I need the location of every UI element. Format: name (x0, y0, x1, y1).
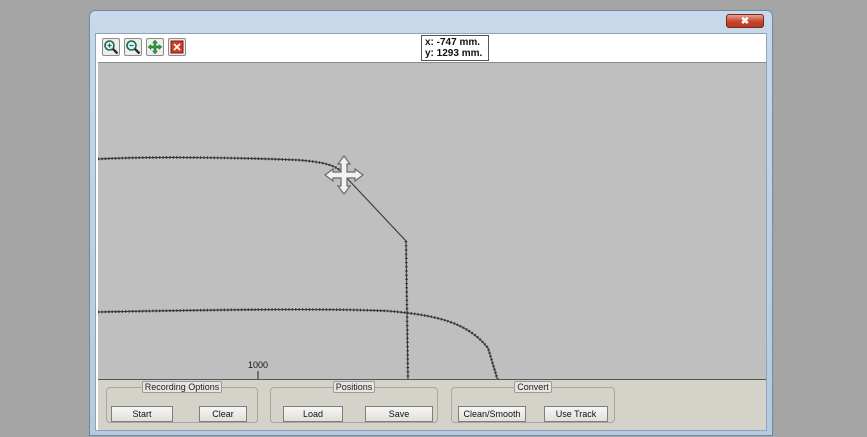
pan-button[interactable] (146, 38, 164, 56)
pan-icon (147, 39, 163, 55)
x-coordinate: x: -747 mm. (425, 37, 481, 48)
delete-icon (170, 40, 184, 54)
upper-track-line (98, 156, 409, 379)
recording-options-group: Recording Options Start Clear (106, 381, 258, 423)
convert-legend: Convert (514, 381, 552, 393)
coordinate-readout: x: -747 mm. y: 1293 mm. (421, 35, 489, 61)
zoom-out-button[interactable] (124, 38, 142, 56)
track-plot-svg (98, 155, 499, 379)
zoom-out-icon (126, 40, 141, 55)
lower-track-points (98, 308, 499, 379)
zoom-in-button[interactable] (102, 38, 120, 56)
axis-tick-label: 1000 (248, 360, 269, 370)
load-button[interactable]: Load (283, 406, 343, 422)
clear-button[interactable]: Clear (199, 406, 247, 422)
upper-track-points (98, 156, 346, 176)
close-button[interactable]: ✖ (726, 14, 764, 28)
recording-options-legend: Recording Options (141, 381, 223, 393)
toolbar: x: -747 mm. y: 1293 mm. (96, 34, 766, 62)
window-client-area: x: -747 mm. y: 1293 mm. 1000 Recording O… (95, 33, 767, 431)
tracker-window: ✖ x: -747 mm. y: 1293 mm. 1000 Recording… (89, 10, 773, 436)
move-cursor-icon (324, 155, 364, 195)
y-coordinate: y: 1293 mm. (425, 48, 483, 59)
track-plot-area[interactable]: 1000 (98, 62, 766, 380)
save-button[interactable]: Save (365, 406, 433, 422)
convert-group: Convert Clean/Smooth Use Track (451, 381, 615, 423)
positions-legend: Positions (332, 381, 376, 393)
lower-track-line (98, 308, 498, 379)
controls-panel: Recording Options Start Clear Positions … (98, 380, 766, 430)
zoom-in-icon (104, 40, 119, 55)
use-track-button[interactable]: Use Track (544, 406, 608, 422)
positions-group: Positions Load Save (270, 381, 438, 423)
start-button[interactable]: Start (111, 406, 173, 422)
clean-smooth-button[interactable]: Clean/Smooth (458, 406, 526, 422)
delete-button[interactable] (168, 38, 186, 56)
